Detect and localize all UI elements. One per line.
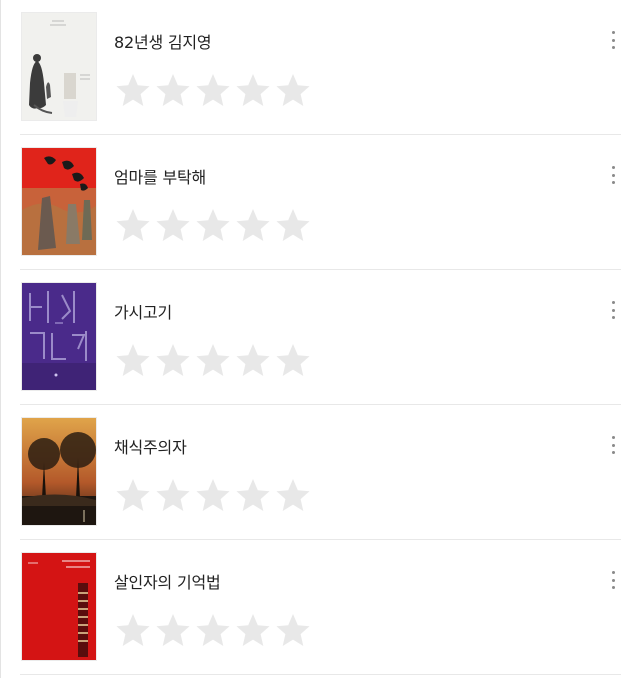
book-list-item: 82년생 김지영 [0, 0, 640, 135]
star-rating[interactable] [113, 610, 313, 652]
star-icon[interactable] [193, 475, 233, 517]
book-list-item: 엄마를 부탁해 [0, 135, 640, 270]
star-icon[interactable] [113, 205, 153, 247]
book-cover[interactable] [22, 553, 96, 660]
star-icon[interactable] [153, 70, 193, 112]
book-title[interactable]: 가시고기 [114, 299, 172, 323]
star-icon[interactable] [113, 475, 153, 517]
star-icon[interactable] [233, 70, 273, 112]
star-icon[interactable] [193, 70, 233, 112]
star-rating[interactable] [113, 340, 313, 382]
book-list-item: 가시고기 [0, 270, 640, 405]
star-rating[interactable] [113, 205, 313, 247]
star-icon[interactable] [153, 205, 193, 247]
book-list-item: 살인자의 기억법 [0, 540, 640, 675]
more-vertical-icon[interactable] [607, 30, 619, 50]
star-icon[interactable] [273, 205, 313, 247]
book-title[interactable]: 채식주의자 [114, 434, 187, 458]
book-list: 82년생 김지영 엄마를 부탁해 가시고기 채식주의자 살인자의 기억법 [0, 0, 640, 675]
star-icon[interactable] [193, 205, 233, 247]
star-icon[interactable] [233, 340, 273, 382]
star-icon[interactable] [193, 610, 233, 652]
star-icon[interactable] [273, 610, 313, 652]
star-icon[interactable] [153, 340, 193, 382]
star-icon[interactable] [273, 340, 313, 382]
star-rating[interactable] [113, 475, 313, 517]
book-title[interactable]: 살인자의 기억법 [114, 569, 221, 593]
more-vertical-icon[interactable] [607, 435, 619, 455]
book-cover[interactable] [22, 148, 96, 255]
star-icon[interactable] [233, 205, 273, 247]
star-icon[interactable] [273, 70, 313, 112]
star-icon[interactable] [273, 475, 313, 517]
star-icon[interactable] [113, 340, 153, 382]
star-icon[interactable] [153, 475, 193, 517]
star-icon[interactable] [113, 610, 153, 652]
book-cover[interactable] [22, 283, 96, 390]
star-icon[interactable] [153, 610, 193, 652]
divider [20, 674, 621, 675]
book-title[interactable]: 82년생 김지영 [114, 29, 212, 53]
more-vertical-icon[interactable] [607, 300, 619, 320]
book-cover[interactable] [22, 13, 96, 120]
more-vertical-icon[interactable] [607, 570, 619, 590]
book-cover[interactable] [22, 418, 96, 525]
book-list-item: 채식주의자 [0, 405, 640, 540]
star-icon[interactable] [113, 70, 153, 112]
star-icon[interactable] [233, 610, 273, 652]
book-title[interactable]: 엄마를 부탁해 [114, 164, 206, 188]
more-vertical-icon[interactable] [607, 165, 619, 185]
star-icon[interactable] [233, 475, 273, 517]
star-icon[interactable] [193, 340, 233, 382]
star-rating[interactable] [113, 70, 313, 112]
